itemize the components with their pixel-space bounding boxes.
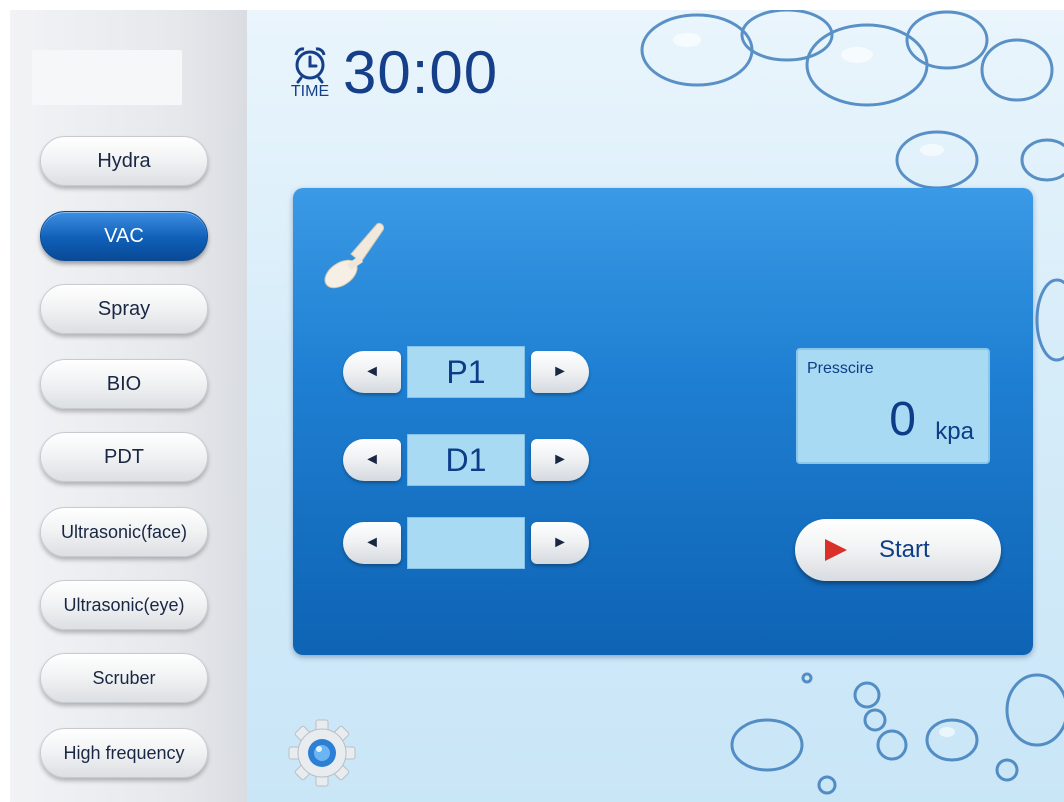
sidebar-item-ultrasonic-face[interactable]: Ultrasonic(face) — [40, 507, 208, 557]
sidebar-item-high-frequency[interactable]: High frequency — [40, 728, 208, 778]
level-decrease-button[interactable]: ◄ — [343, 522, 401, 564]
left-arrow-icon: ◄ — [364, 451, 380, 468]
sidebar-item-pdt[interactable]: PDT — [40, 432, 208, 482]
play-icon — [825, 539, 847, 561]
pressure-display: Presscire 0 kpa — [796, 348, 990, 464]
start-label: Start — [879, 536, 930, 563]
level-increase-button[interactable]: ► — [531, 522, 589, 564]
alarm-clock-icon — [294, 46, 326, 83]
sidebar-item-vac[interactable]: VAC — [40, 211, 208, 261]
level-stepper: ◄ ► — [343, 517, 589, 569]
duration-value: D1 — [407, 434, 525, 486]
start-button[interactable]: Start — [795, 519, 1001, 581]
session-timer: TIME 30:00 — [287, 38, 498, 107]
vac-control-panel: ◄ P1 ► ◄ D1 ► ◄ ► Presscire 0 kpa Start — [293, 188, 1033, 655]
sidebar-item-scruber[interactable]: Scruber — [40, 653, 208, 703]
timer-caption: TIME — [290, 82, 330, 100]
gear-icon[interactable] — [287, 718, 357, 788]
right-arrow-icon: ► — [552, 534, 568, 551]
program-increase-button[interactable]: ► — [531, 351, 589, 393]
timer-clock: TIME — [287, 43, 333, 103]
pressure-unit: kpa — [935, 418, 974, 445]
vacuum-probe-icon — [324, 223, 384, 289]
level-value — [407, 517, 525, 569]
sidebar-item-spray[interactable]: Spray — [40, 284, 208, 334]
right-arrow-icon: ► — [552, 451, 568, 468]
sidebar: Hydra VAC Spray BIO PDT Ultrasonic(face)… — [10, 10, 248, 802]
duration-decrease-button[interactable]: ◄ — [343, 439, 401, 481]
left-arrow-icon: ◄ — [364, 534, 380, 551]
timer-value: 30:00 — [343, 39, 499, 106]
sidebar-item-ultrasonic-eye[interactable]: Ultrasonic(eye) — [40, 580, 208, 630]
right-arrow-icon: ► — [552, 363, 568, 380]
sidebar-item-bio[interactable]: BIO — [40, 359, 208, 409]
duration-increase-button[interactable]: ► — [531, 439, 589, 481]
sidebar-item-hydra[interactable]: Hydra — [40, 136, 208, 186]
program-value: P1 — [407, 346, 525, 398]
main-area: TIME 30:00 ◄ P1 ► ◄ D1 ► ◄ ► Presscire 0… — [247, 10, 1064, 802]
program-decrease-button[interactable]: ◄ — [343, 351, 401, 393]
pressure-label: Presscire — [807, 360, 874, 377]
logo-placeholder — [32, 50, 182, 105]
left-arrow-icon: ◄ — [364, 363, 380, 380]
program-stepper: ◄ P1 ► — [343, 346, 589, 398]
pressure-value: 0 — [889, 393, 916, 446]
duration-stepper: ◄ D1 ► — [343, 434, 589, 486]
